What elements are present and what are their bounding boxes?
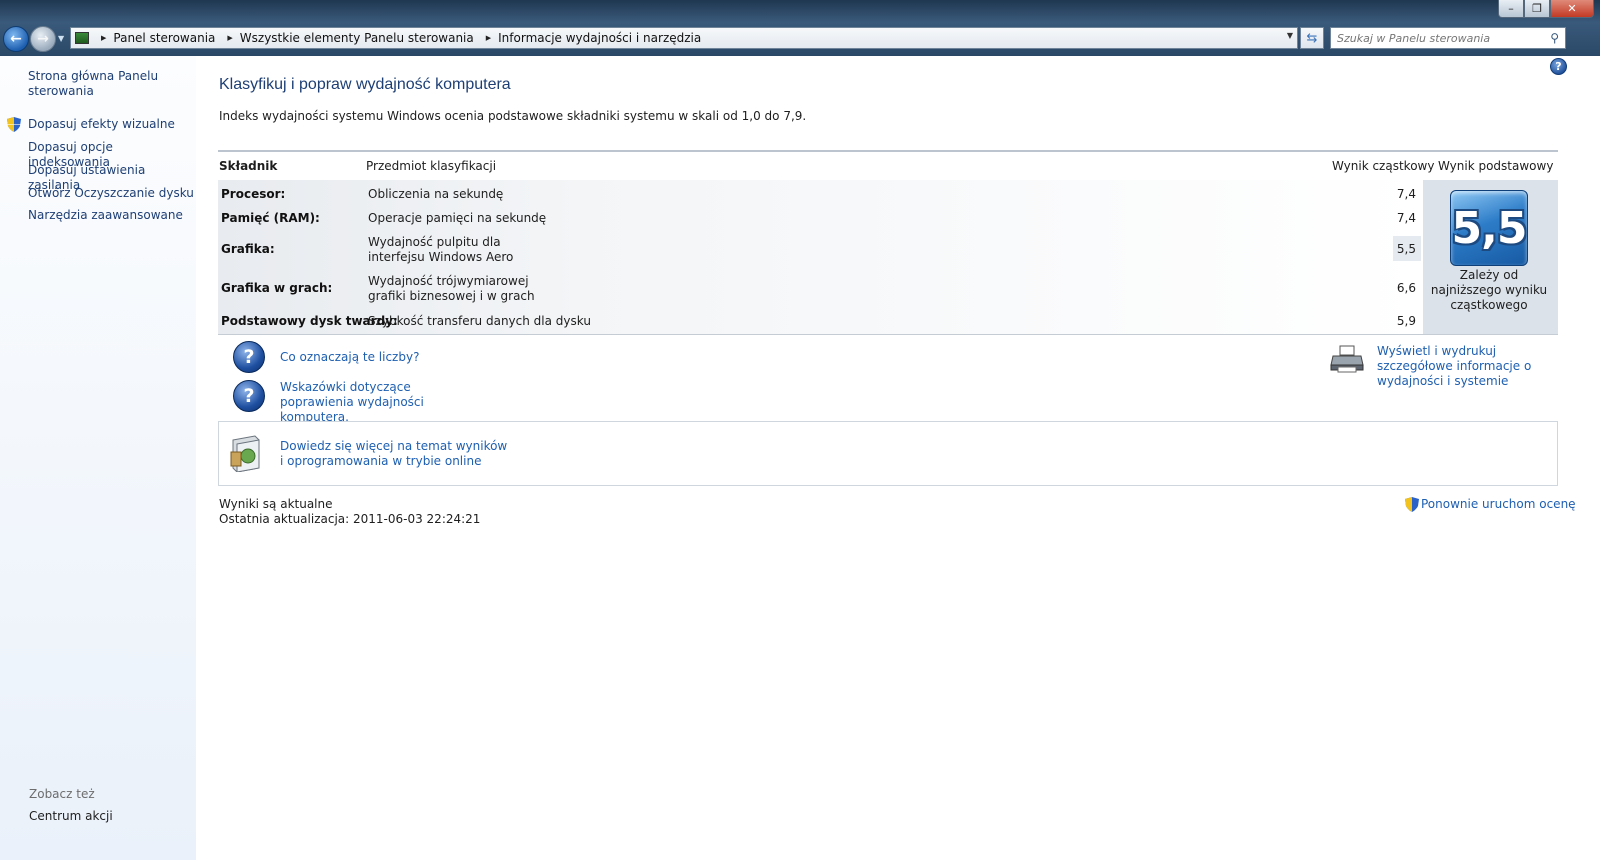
column-header-component: Składnik — [219, 159, 278, 173]
page-title: Klasyfikuj i popraw wydajność komputera — [219, 76, 511, 93]
sidebar-item-visual-effects[interactable]: Dopasuj efekty wizualne — [28, 117, 175, 132]
table-row-component: Grafika: — [221, 242, 275, 256]
maximize-button[interactable]: ❐ — [1524, 0, 1550, 18]
base-score-badge: 5,5 — [1450, 190, 1528, 266]
search-input[interactable] — [1331, 31, 1541, 45]
breadcrumb-arrow-icon[interactable]: ▶ — [101, 34, 106, 42]
column-header-base: Wynik podstawowy — [1438, 159, 1554, 173]
search-box[interactable]: ⚲ — [1330, 27, 1566, 49]
close-button[interactable]: ✕ — [1550, 0, 1594, 18]
action-center-link[interactable]: Centrum akcji — [29, 809, 113, 823]
question-icon: ? — [233, 380, 265, 412]
breadcrumb-arrow-icon[interactable]: ▶ — [227, 34, 232, 42]
score-table: Składnik Przedmiot klasyfikacji Wynik cz… — [218, 150, 1558, 335]
arrow-right-icon: → — [37, 31, 49, 47]
table-row-score: 5,5 — [1396, 242, 1416, 256]
table-row-component: Pamięć (RAM): — [221, 211, 320, 225]
learn-more-online-link[interactable]: Dowiedz się więcej na temat wyników i op… — [280, 439, 510, 469]
sidebar: Strona główna Panelu sterowania Dopasuj … — [0, 56, 196, 860]
printer-icon — [1330, 345, 1364, 373]
tips-link[interactable]: Wskazówki dotyczące poprawienia wydajnoś… — [280, 380, 480, 425]
status-text: Wyniki są aktualne — [219, 497, 333, 511]
arrow-left-icon: ← — [10, 31, 22, 47]
online-info-box: Dowiedz się więcej na temat wyników i op… — [218, 421, 1558, 486]
column-header-item: Przedmiot klasyfikacji — [366, 159, 497, 173]
sidebar-item-disk-cleanup[interactable]: Otwórz Oczyszczanie dysku — [28, 186, 194, 201]
see-also-label: Zobacz też — [29, 787, 95, 801]
forward-button[interactable]: → — [30, 26, 56, 52]
recent-pages-dropdown[interactable]: ▼ — [58, 34, 64, 43]
minimize-button[interactable]: – — [1498, 0, 1524, 18]
table-row-score: 6,6 — [1396, 281, 1416, 295]
shield-icon — [7, 117, 21, 132]
table-divider — [218, 334, 1558, 335]
table-row-item: Operacje pamięci na sekundę — [368, 211, 547, 225]
software-box-icon — [230, 435, 260, 472]
sidebar-item-advanced-tools[interactable]: Narzędzia zaawansowane — [28, 208, 183, 223]
help-icon[interactable]: ? — [1550, 58, 1567, 75]
table-row-item: Wydajność pulpitu dla interfejsu Windows… — [368, 235, 514, 264]
question-icon: ? — [233, 341, 265, 373]
window-controls: – ❐ ✕ — [1498, 0, 1594, 18]
column-header-subscore: Wynik cząstkowy — [1332, 159, 1435, 173]
table-row-item: Szybkość transferu danych dla dysku — [368, 314, 591, 328]
breadcrumb-control-panel[interactable]: Panel sterowania — [113, 31, 215, 45]
refresh-button[interactable]: ⇆ — [1300, 27, 1324, 49]
breadcrumb-arrow-icon[interactable]: ▶ — [486, 34, 491, 42]
print-details-link[interactable]: Wyświetl i wydrukuj szczegółowe informac… — [1377, 344, 1562, 389]
page-description: Indeks wydajności systemu Windows ocenia… — [219, 109, 807, 123]
rerun-assessment-link[interactable]: Ponownie uruchom ocenę — [1421, 497, 1576, 511]
control-panel-icon — [75, 32, 89, 44]
base-score-note: Zależy od najniższego wyniku cząstkowego — [1430, 268, 1548, 312]
last-update-text: Ostatnia aktualizacja: 2011-06-03 22:24:… — [219, 512, 481, 526]
breadcrumb-all-items[interactable]: Wszystkie elementy Panelu sterowania — [240, 31, 474, 45]
table-row-score: 5,9 — [1396, 314, 1416, 328]
sidebar-home-link[interactable]: Strona główna Panelu sterowania — [28, 69, 178, 99]
search-icon[interactable]: ⚲ — [1550, 31, 1559, 45]
table-divider — [218, 150, 1558, 152]
breadcrumb-performance[interactable]: Informacje wydajności i narzędzia — [498, 31, 701, 45]
base-score-value: 5,5 — [1451, 202, 1528, 254]
table-row-score: 7,4 — [1396, 211, 1416, 225]
address-dropdown-icon[interactable]: ▼ — [1287, 31, 1293, 40]
table-row-item: Obliczenia na sekundę — [368, 187, 504, 201]
back-button[interactable]: ← — [3, 26, 29, 52]
refresh-icon: ⇆ — [1306, 30, 1318, 46]
table-row-item: Wydajność trójwymiarowej grafiki bizneso… — [368, 274, 535, 303]
title-bar: – ❐ ✕ ← → ▼ ▶ Panel sterowania ▶ Wszystk… — [0, 0, 1600, 56]
table-row-component: Procesor: — [221, 187, 286, 201]
address-bar[interactable]: ▶ Panel sterowania ▶ Wszystkie elementy … — [70, 27, 1298, 49]
table-row-score: 7,4 — [1396, 187, 1416, 201]
shield-icon — [1405, 497, 1419, 512]
table-row-component: Grafika w grach: — [221, 281, 333, 295]
what-numbers-link[interactable]: Co oznaczają te liczby? — [280, 350, 419, 365]
